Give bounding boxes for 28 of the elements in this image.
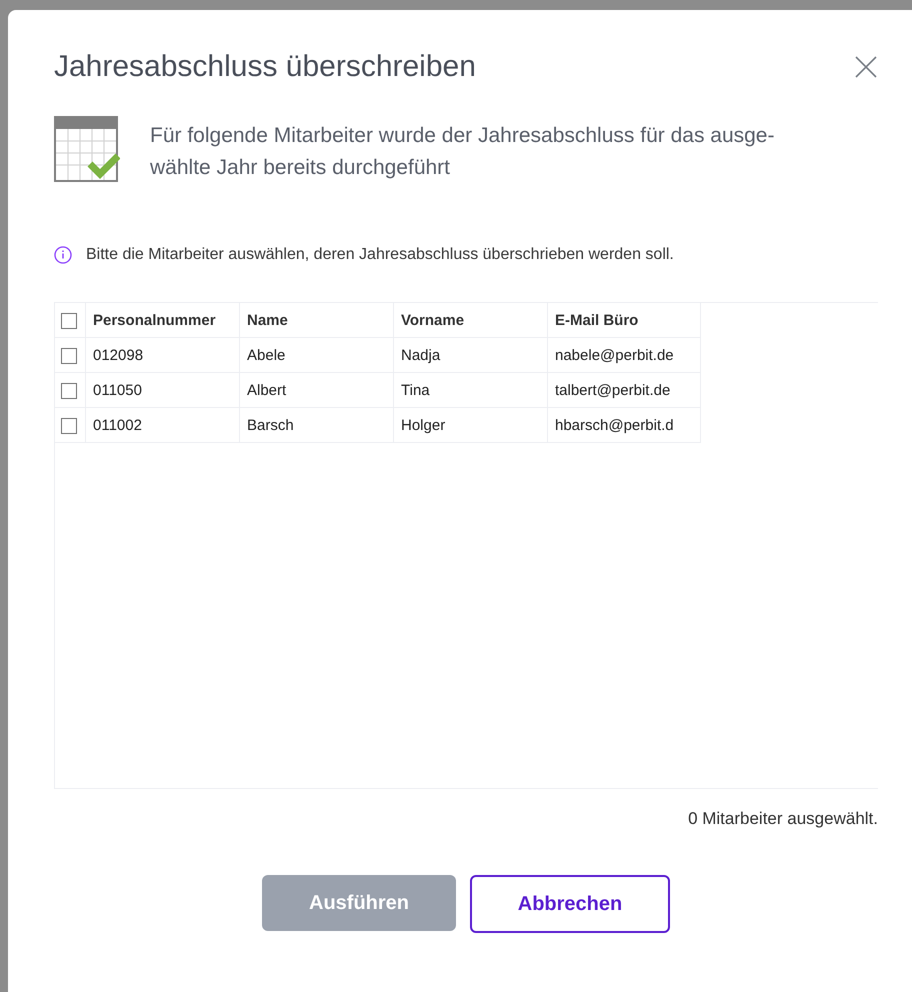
- table-cell: Barsch: [240, 408, 394, 442]
- row-checkbox[interactable]: [61, 418, 77, 434]
- table-cell: Abele: [240, 338, 394, 372]
- calendar-check-icon: [54, 116, 120, 182]
- table-cell: 011050: [86, 372, 240, 408]
- column-header[interactable]: Vorname: [394, 303, 548, 338]
- table-cell: hbarsch@perbit.d: [548, 408, 700, 442]
- row-checkbox[interactable]: [61, 382, 77, 399]
- column-header[interactable]: E-Mail Büro: [548, 303, 700, 338]
- close-button[interactable]: [854, 55, 878, 79]
- info-message: Für folgende Mitarbeiter wurde der Jahresabschluss für das ausge-wählte Jahr bereits durchgeführt: [150, 123, 776, 181]
- column-header[interactable]: Name: [240, 303, 394, 338]
- column-header[interactable]: Personalnummer: [86, 303, 240, 338]
- dialog-title: Jahresabschluss überschreiben: [54, 50, 476, 84]
- table-cell: Holger: [394, 408, 548, 442]
- table-cell: Nadja: [394, 338, 548, 372]
- hint-text: Bitte die Mitarbeiter auswählen, deren Jahresabschluss überschrieben werden soll.: [86, 246, 674, 264]
- row-checkbox[interactable]: [61, 348, 77, 364]
- table-cell: 012098: [86, 338, 240, 372]
- table-cell: Tina: [394, 372, 548, 408]
- table-cell: 011002: [86, 408, 240, 442]
- select-all-checkbox[interactable]: [61, 312, 77, 329]
- cancel-button[interactable]: Abbrechen: [470, 875, 670, 933]
- table-cell: nabele@perbit.de: [548, 338, 700, 372]
- table-cell: talbert@perbit.de: [548, 372, 700, 408]
- table-cell: Albert: [240, 372, 394, 408]
- info-icon: [54, 246, 72, 264]
- selection-count: 0 Mitarbeiter ausgewählt.: [688, 809, 878, 829]
